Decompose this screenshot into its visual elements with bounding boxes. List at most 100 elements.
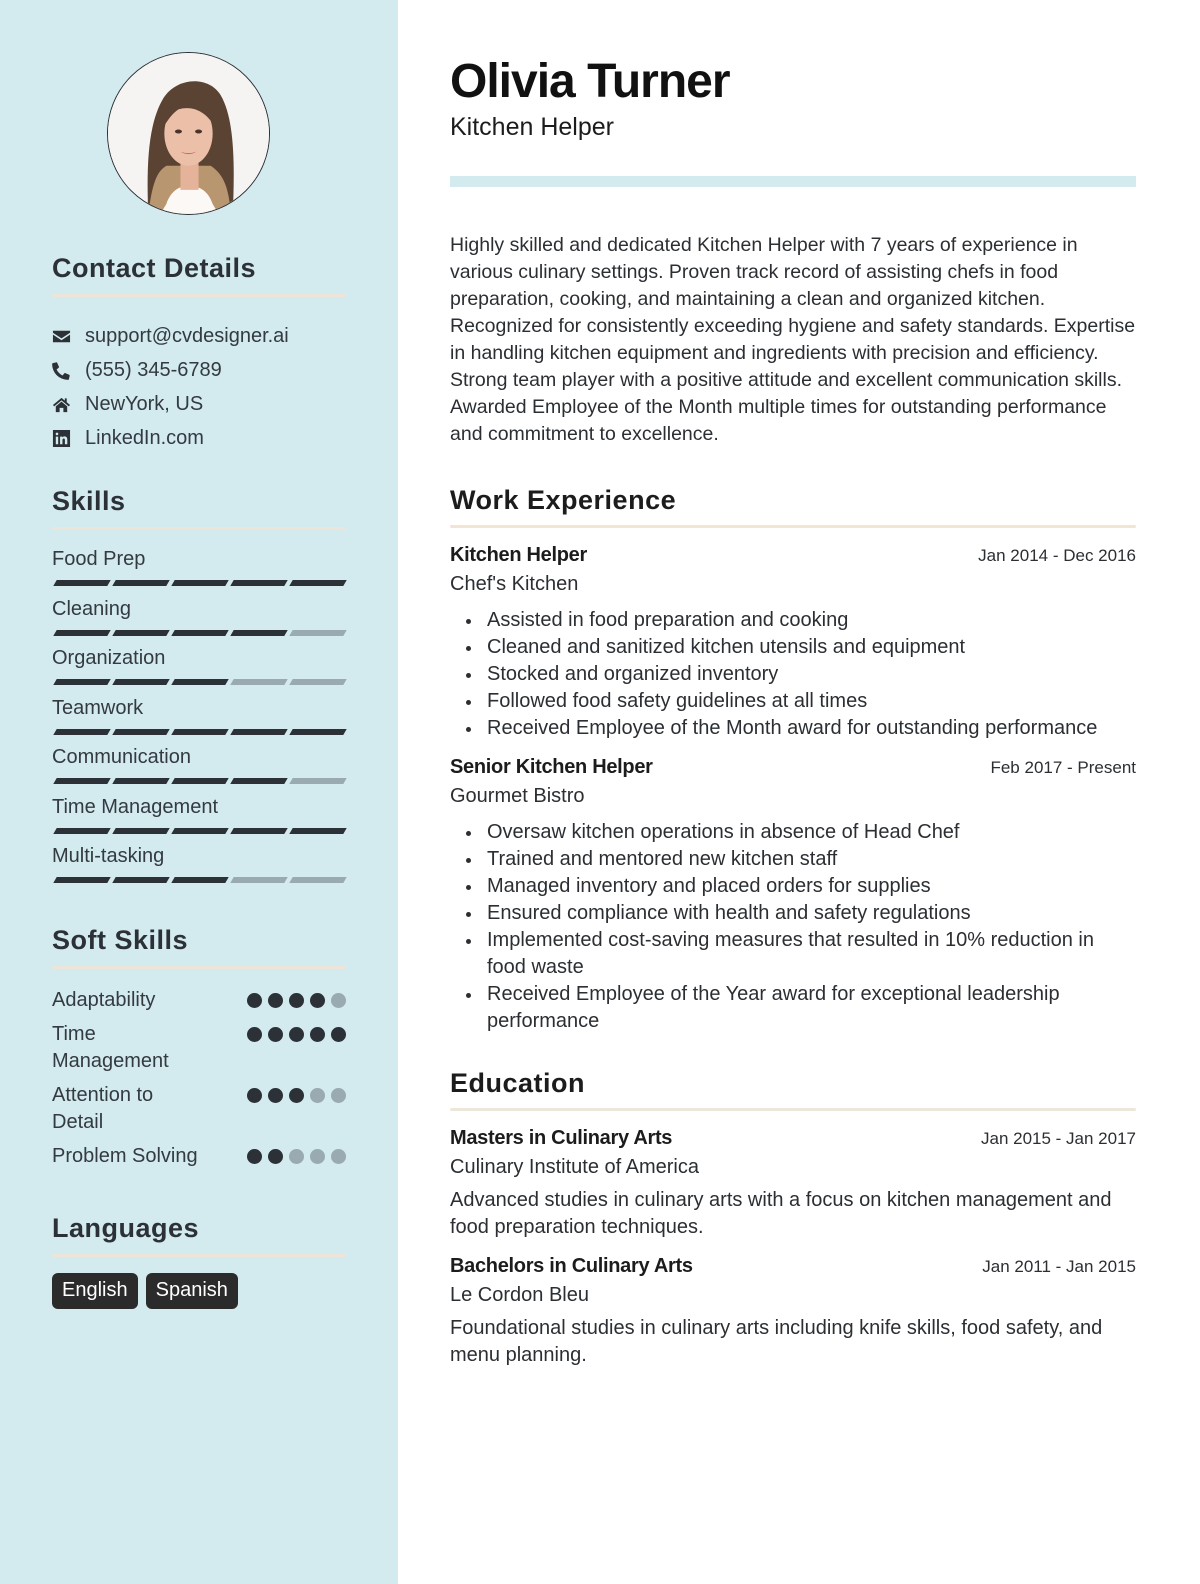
degree-title: Bachelors in Culinary Arts bbox=[450, 1255, 693, 1277]
job-bullet: Assisted in food preparation and cooking bbox=[450, 607, 1136, 634]
job-title: Senior Kitchen Helper bbox=[450, 756, 653, 778]
degree-description: Advanced studies in culinary arts with a… bbox=[450, 1189, 1112, 1238]
skill-segment-filled bbox=[53, 827, 111, 834]
contact-phone[interactable]: (555) 345-6789 bbox=[52, 353, 346, 387]
rating-dot-filled bbox=[289, 1088, 304, 1103]
skill-segment-filled bbox=[112, 877, 170, 883]
home-icon bbox=[52, 394, 72, 414]
skill-segment-filled bbox=[112, 827, 170, 834]
skills-list: Food Prep Cleaning Organization Teamwork Com… bbox=[52, 546, 347, 893]
skill-row: Communication bbox=[52, 744, 347, 794]
contact-email-text[interactable]: support@cvdesigner.ai bbox=[85, 325, 289, 348]
rating-dot-filled bbox=[268, 1088, 283, 1103]
skill-segment-filled bbox=[230, 580, 288, 586]
soft-skill-label: Time Management bbox=[52, 1023, 169, 1072]
degree-school: Le Cordon Bleu bbox=[450, 1284, 589, 1306]
skill-segment-filled bbox=[112, 629, 170, 636]
soft-skill-label: Adaptability bbox=[52, 989, 156, 1011]
skill-label: Food Prep bbox=[52, 548, 146, 570]
skill-row: Food Prep bbox=[52, 546, 347, 596]
skill-segment-filled bbox=[53, 877, 111, 883]
rating-dot-empty bbox=[331, 1149, 346, 1164]
skill-segment-filled bbox=[112, 778, 170, 784]
job-bullet: Implemented cost-saving measures that re… bbox=[450, 927, 1136, 981]
skill-label: Teamwork bbox=[52, 696, 144, 719]
soft-skill-rating bbox=[247, 1021, 346, 1042]
soft-skill-rating bbox=[247, 1082, 346, 1103]
languages-divider bbox=[52, 1254, 346, 1257]
job-date: Jan 2014 - Dec 2016 bbox=[978, 546, 1136, 565]
work-entry: Senior Kitchen Helper Feb 2017 - Present… bbox=[450, 754, 1136, 1035]
job-bullet: Received Employee of the Year award for … bbox=[450, 981, 1136, 1035]
skill-segment-filled bbox=[230, 629, 288, 636]
rating-dot-filled bbox=[268, 1027, 283, 1042]
language-badge: English bbox=[52, 1273, 138, 1309]
skill-segment-empty bbox=[289, 679, 347, 685]
job-bullets: Assisted in food preparation and cooking… bbox=[450, 607, 1136, 742]
job-bullet: Ensured compliance with health and safet… bbox=[450, 900, 1136, 927]
rating-dot-filled bbox=[289, 993, 304, 1008]
skill-segment-empty bbox=[230, 679, 288, 685]
rating-dot-empty bbox=[331, 1088, 346, 1103]
degree-school: Culinary Institute of America bbox=[450, 1156, 699, 1178]
skill-label: Communication bbox=[52, 746, 191, 768]
contact-location: NewYork, US bbox=[52, 387, 346, 421]
contact-linkedin-text[interactable]: LinkedIn.com bbox=[85, 427, 204, 450]
envelope-icon bbox=[52, 326, 72, 346]
rating-dot-filled bbox=[289, 1027, 304, 1042]
linkedin-icon bbox=[52, 428, 72, 448]
soft-skill-row: Attention to Detail bbox=[52, 1082, 346, 1136]
skill-segment-filled bbox=[230, 728, 288, 735]
main-content: Olivia Turner Kitchen Helper Highly skil… bbox=[398, 0, 1200, 1584]
soft-skills-section: Soft Skills Adaptability Time Management A… bbox=[52, 924, 346, 1177]
soft-skills-divider bbox=[52, 966, 346, 969]
education-section: Education Masters in Culinary Arts Jan 2… bbox=[450, 1067, 1136, 1369]
soft-skill-label: Attention to Detail bbox=[52, 1084, 154, 1133]
rating-dot-filled bbox=[247, 993, 262, 1008]
contact-email[interactable]: support@cvdesigner.ai bbox=[52, 319, 346, 353]
skill-level-bar bbox=[52, 778, 347, 784]
contact-linkedin[interactable]: LinkedIn.com bbox=[52, 421, 346, 455]
soft-skill-row: Problem Solving bbox=[52, 1143, 346, 1170]
degree-description: Foundational studies in culinary arts in… bbox=[450, 1317, 1103, 1366]
skill-level-bar bbox=[52, 629, 347, 636]
skill-segment-filled bbox=[53, 679, 111, 685]
contact-heading: Contact Details bbox=[52, 253, 257, 283]
education-entry: Bachelors in Culinary Arts Jan 2011 - Ja… bbox=[450, 1253, 1136, 1369]
skill-segment-filled bbox=[289, 728, 347, 735]
skill-level-bar bbox=[52, 877, 347, 883]
soft-skill-label: Problem Solving bbox=[52, 1145, 198, 1167]
skill-row: Teamwork bbox=[52, 695, 347, 745]
rating-dot-filled bbox=[310, 1027, 325, 1042]
skill-segment-filled bbox=[53, 778, 111, 784]
contact-divider bbox=[52, 294, 346, 297]
skill-segment-filled bbox=[171, 778, 229, 784]
skill-segment-filled bbox=[171, 728, 229, 735]
skill-segment-filled bbox=[112, 580, 170, 586]
skill-row: Cleaning bbox=[52, 596, 347, 646]
summary-text: Highly skilled and dedicated Kitchen Hel… bbox=[450, 234, 1136, 445]
job-bullet: Stocked and organized inventory bbox=[450, 661, 1136, 688]
skill-segment-filled bbox=[171, 580, 229, 586]
contact-phone-text[interactable]: (555) 345-6789 bbox=[85, 359, 222, 382]
soft-skill-rating bbox=[247, 1143, 346, 1164]
rating-dot-empty bbox=[310, 1088, 325, 1103]
skill-label: Organization bbox=[52, 647, 166, 669]
contact-location-text: NewYork, US bbox=[85, 392, 204, 415]
rating-dot-filled bbox=[310, 993, 325, 1008]
skill-segment-empty bbox=[289, 778, 347, 784]
skill-segment-filled bbox=[171, 629, 229, 636]
job-company: Chef's Kitchen bbox=[450, 573, 579, 595]
skill-segment-filled bbox=[53, 728, 111, 735]
skill-level-bar bbox=[52, 728, 347, 735]
skill-segment-filled bbox=[112, 728, 170, 735]
rating-dot-filled bbox=[268, 1149, 283, 1164]
rating-dot-filled bbox=[247, 1088, 262, 1103]
degree-date: Jan 2011 - Jan 2015 bbox=[982, 1257, 1136, 1276]
candidate-title: Kitchen Helper bbox=[450, 113, 614, 141]
skills-section: Skills Food Prep Cleaning Organization Team… bbox=[52, 485, 347, 893]
languages-list: English Spanish bbox=[52, 1273, 346, 1309]
skill-segment-filled bbox=[171, 679, 229, 685]
phone-icon bbox=[52, 360, 72, 380]
rating-dot-empty bbox=[289, 1149, 304, 1164]
